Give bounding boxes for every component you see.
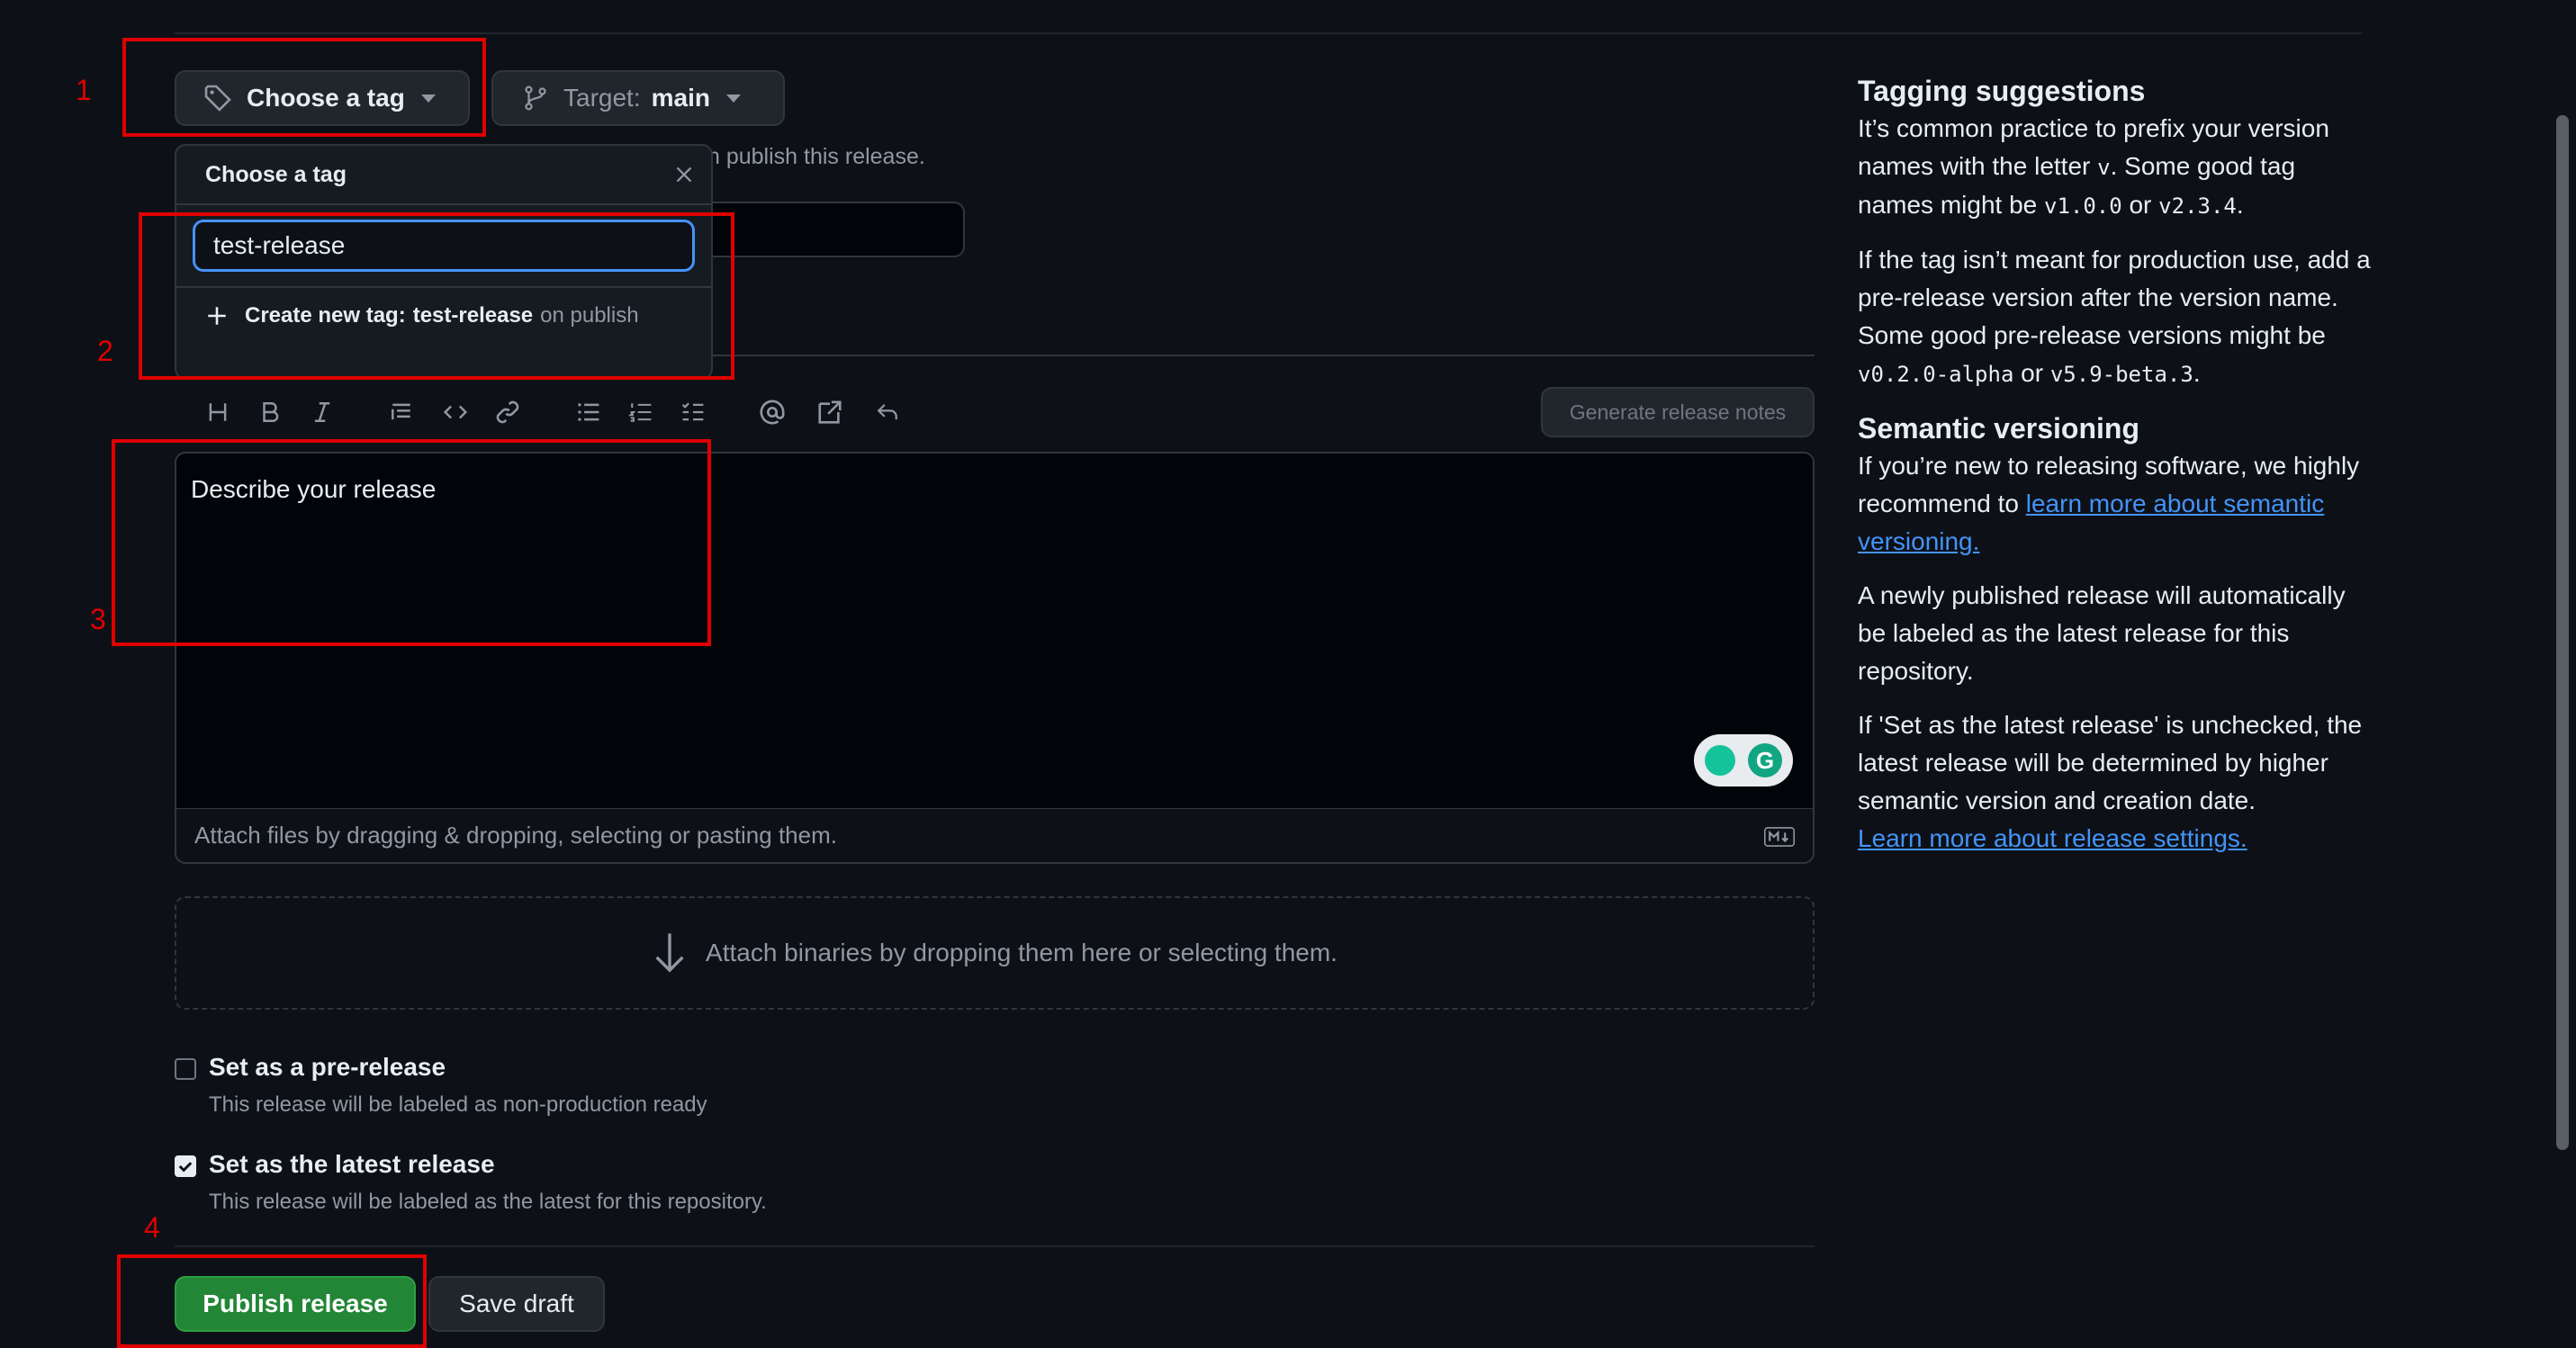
chevron-down-icon [420, 94, 436, 103]
dropzone-text: Attach binaries by dropping them here or… [706, 939, 1338, 966]
tagging-paragraph-1: It’s common practice to prefix your vers… [1858, 114, 2329, 219]
save-draft-button[interactable]: Save draft [428, 1276, 605, 1332]
binaries-dropzone[interactable]: Attach binaries by dropping them here or… [175, 896, 1815, 1010]
lightbulb-icon [1705, 745, 1735, 776]
editor-placeholder: Describe your release [191, 475, 437, 503]
annotation-number-2: 2 [97, 335, 113, 367]
chevron-down-icon [725, 94, 741, 103]
tag-help-text: n publish this release. [707, 144, 925, 169]
generate-release-notes-button[interactable]: Generate release notes [1541, 387, 1815, 437]
tagging-suggestions-heading: Tagging suggestions [1858, 75, 2146, 107]
attach-files-text: Attach files by dragging & dropping, sel… [194, 822, 837, 849]
link-icon[interactable] [491, 396, 524, 428]
section-divider [702, 355, 1815, 356]
reply-icon[interactable] [871, 396, 904, 428]
prerelease-label: Set as a pre-release [209, 1053, 446, 1081]
save-draft-label: Save draft [459, 1290, 574, 1317]
code-icon[interactable] [439, 396, 472, 428]
heading-icon[interactable] [202, 396, 234, 428]
actions-divider [175, 1245, 1815, 1247]
tag-search-input[interactable] [193, 220, 695, 272]
tagging-paragraph-2: If the tag isn’t meant for production us… [1858, 246, 2371, 387]
semver-paragraph-2: A newly published release will automatic… [1858, 581, 2346, 685]
arrow-down-icon [655, 933, 684, 973]
bold-icon[interactable] [254, 396, 286, 428]
top-divider [175, 32, 2362, 34]
release-title-input[interactable] [702, 202, 965, 257]
create-new-tag-option[interactable]: Create new tag: test-release on publish [176, 286, 711, 344]
sidebar: Tagging suggestions It’s common practice… [1858, 72, 2371, 858]
close-icon[interactable] [673, 164, 695, 185]
latest-release-hint: This release will be labeled as the late… [209, 1190, 767, 1214]
tag-icon [204, 85, 231, 112]
plus-icon [208, 307, 226, 325]
generate-release-notes-label: Generate release notes [1569, 400, 1787, 424]
create-tag-suffix: on publish [540, 303, 639, 328]
cross-reference-icon[interactable] [814, 396, 846, 428]
semantic-versioning-heading: Semantic versioning [1858, 412, 2139, 445]
popover-title: Choose a tag [205, 162, 347, 187]
quote-icon[interactable] [385, 396, 418, 428]
popover-header: Choose a tag [176, 146, 711, 205]
annotation-number-1: 1 [76, 74, 92, 106]
unordered-list-icon[interactable] [572, 396, 605, 428]
create-tag-name: test-release [412, 303, 534, 328]
choose-tag-button[interactable]: Choose a tag [175, 70, 470, 126]
create-tag-prefix: Create new tag: [245, 303, 406, 328]
markdown-icon [1764, 827, 1795, 847]
publish-release-label: Publish release [203, 1290, 388, 1317]
ordered-list-icon[interactable] [625, 396, 657, 428]
target-branch-button[interactable]: Target: main [491, 70, 785, 126]
prerelease-hint: This release will be labeled as non-prod… [209, 1092, 707, 1117]
branch-icon [525, 85, 546, 111]
annotation-number-4: 4 [144, 1211, 160, 1244]
choose-tag-label: Choose a tag [247, 84, 405, 112]
choose-tag-popover: Choose a tag Create new tag: test-releas… [175, 144, 713, 380]
italic-icon[interactable] [306, 396, 338, 428]
grammarly-logo-icon: G [1748, 743, 1782, 777]
grammarly-widget[interactable]: G [1694, 734, 1793, 786]
annotation-number-3: 3 [90, 603, 106, 635]
target-branch-name: main [651, 84, 710, 112]
release-settings-link[interactable]: Learn more about release settings. [1858, 824, 2247, 852]
prerelease-checkbox[interactable] [175, 1058, 196, 1080]
latest-release-checkbox[interactable] [175, 1155, 196, 1177]
checkmark-icon [178, 1162, 193, 1173]
mention-icon[interactable] [756, 396, 788, 428]
release-description-editor[interactable]: Describe your release G [175, 452, 1815, 810]
attach-files-bar[interactable]: Attach files by dragging & dropping, sel… [175, 808, 1815, 864]
latest-release-label: Set as the latest release [209, 1150, 495, 1178]
semver-paragraph-3: If 'Set as the latest release' is unchec… [1858, 711, 2363, 814]
target-prefix: Target: [563, 84, 641, 112]
scrollbar[interactable] [2556, 115, 2569, 1150]
semver-paragraph-1: If you’re new to releasing software, we … [1858, 452, 2360, 555]
task-list-icon[interactable] [677, 396, 709, 428]
publish-release-button[interactable]: Publish release [175, 1276, 416, 1332]
